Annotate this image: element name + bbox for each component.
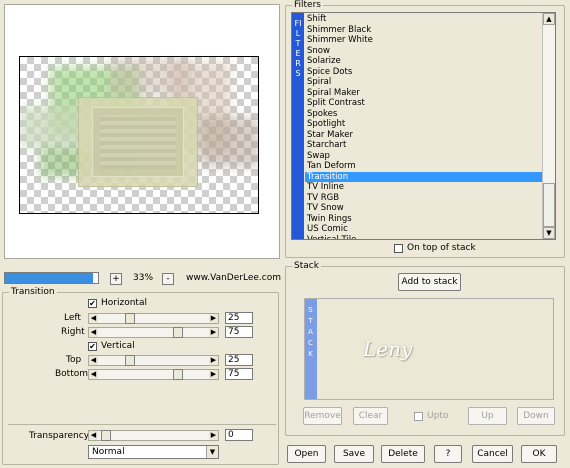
- render-progress-bar: [4, 272, 99, 284]
- down-button[interactable]: Down: [517, 407, 555, 425]
- filter-list-item[interactable]: Solarize: [305, 56, 543, 67]
- bottom-slider-thumb[interactable]: [173, 369, 183, 380]
- remove-button[interactable]: Remove: [303, 407, 342, 425]
- filter-list-item[interactable]: Spice Dots: [305, 67, 543, 78]
- right-slider-thumb[interactable]: [173, 327, 183, 338]
- right-label: Right: [61, 327, 85, 337]
- clear-button[interactable]: Clear: [353, 407, 388, 425]
- transition-group-title: Transition: [9, 287, 57, 297]
- scroll-down-icon[interactable]: ▼: [543, 227, 555, 239]
- cancel-button[interactable]: Cancel: [472, 445, 513, 463]
- bottom-slider-decrease-icon[interactable]: ◀: [89, 370, 98, 379]
- filters-group-title: Filters: [292, 0, 323, 10]
- zoom-in-button[interactable]: +: [110, 273, 122, 285]
- upto-checkbox[interactable]: [414, 412, 423, 421]
- filter-list-scrollbar[interactable]: ▲ ▼: [542, 13, 555, 239]
- transparency-slider[interactable]: ◀ ▶: [88, 430, 219, 441]
- transition-divider: [8, 424, 276, 425]
- filter-list-item[interactable]: Shift: [305, 14, 543, 25]
- filters-vertical-text: FILTERS: [294, 19, 302, 78]
- top-label: Top: [66, 355, 82, 365]
- right-slider-increase-icon[interactable]: ▶: [209, 328, 218, 337]
- left-label: Left: [64, 313, 81, 323]
- transparency-value-field[interactable]: 0: [225, 429, 253, 441]
- bottom-slider[interactable]: ◀ ▶: [88, 369, 219, 380]
- stack-list[interactable]: STACK Leny: [304, 298, 554, 400]
- left-slider[interactable]: ◀ ▶: [88, 313, 219, 324]
- help-button[interactable]: ?: [434, 445, 462, 463]
- ok-button[interactable]: OK: [521, 445, 557, 463]
- on-top-of-stack-checkbox[interactable]: [394, 244, 403, 253]
- save-button[interactable]: Save: [334, 445, 374, 463]
- scroll-up-icon[interactable]: ▲: [543, 13, 555, 25]
- right-slider-decrease-icon[interactable]: ◀: [89, 328, 98, 337]
- zoom-level: 33%: [133, 273, 154, 283]
- filters-vertical-label: FILTERS: [292, 13, 304, 239]
- transparency-slider-increase-icon[interactable]: ▶: [209, 431, 218, 440]
- add-to-stack-button[interactable]: Add to stack: [398, 273, 461, 291]
- website-link[interactable]: www.VanDerLee.com: [186, 273, 281, 283]
- horizontal-checkbox[interactable]: ✔: [88, 299, 97, 308]
- stack-vertical-text: STACK: [308, 306, 314, 358]
- filter-list-item[interactable]: Transition: [305, 171, 543, 182]
- filter-list-item[interactable]: Shimmer White: [305, 35, 543, 46]
- blend-mode-select[interactable]: Normal ▼: [88, 445, 219, 459]
- filter-list-scroll-thumb[interactable]: [543, 183, 555, 227]
- open-button[interactable]: Open: [287, 445, 326, 463]
- filter-list-item[interactable]: US Comic: [305, 224, 543, 235]
- transparency-label: Transparency: [29, 431, 90, 441]
- filter-list-item[interactable]: TV RGB: [305, 193, 543, 204]
- filter-list-item[interactable]: Spokes: [305, 109, 543, 120]
- vertical-label: Vertical: [101, 341, 135, 351]
- bottom-label: Bottom: [55, 369, 89, 379]
- stack-vertical-label: STACK: [305, 299, 317, 399]
- filter-list[interactable]: FILTERS Shift Shimmer Black Shimmer White S…: [291, 12, 556, 240]
- filter-list-item[interactable]: Twin Rings: [305, 214, 543, 225]
- vertical-checkbox[interactable]: ✔: [88, 342, 97, 351]
- upto-label: Upto: [427, 411, 449, 421]
- filter-list-item[interactable]: Split Contrast: [305, 98, 543, 109]
- filter-list-item[interactable]: Starchart: [305, 140, 543, 151]
- left-slider-increase-icon[interactable]: ▶: [209, 314, 218, 323]
- watermark-signature: Leny: [363, 337, 413, 361]
- top-slider[interactable]: ◀ ▶: [88, 355, 219, 366]
- render-progress-fill: [5, 273, 94, 283]
- filter-list-item[interactable]: Swap: [305, 151, 543, 162]
- top-slider-thumb[interactable]: [125, 355, 135, 366]
- up-button[interactable]: Up: [468, 407, 507, 425]
- right-slider[interactable]: ◀ ▶: [88, 327, 219, 338]
- top-slider-decrease-icon[interactable]: ◀: [89, 356, 98, 365]
- filter-list-item[interactable]: Tan Deform: [305, 161, 543, 172]
- zoom-out-button[interactable]: -: [162, 273, 174, 285]
- preview-image[interactable]: [19, 56, 259, 214]
- on-top-of-stack-label: On top of stack: [407, 243, 476, 253]
- filter-list-item[interactable]: TV Snow: [305, 203, 543, 214]
- filter-list-item[interactable]: Spiral Maker: [305, 88, 543, 99]
- left-slider-thumb[interactable]: [125, 313, 135, 324]
- right-value-field[interactable]: 75: [225, 326, 253, 338]
- bottom-slider-increase-icon[interactable]: ▶: [209, 370, 218, 379]
- left-slider-decrease-icon[interactable]: ◀: [89, 314, 98, 323]
- filter-list-item[interactable]: Star Maker: [305, 130, 543, 141]
- filter-list-item[interactable]: Spotlight: [305, 119, 543, 130]
- delete-button[interactable]: Delete: [381, 445, 425, 463]
- chevron-down-icon[interactable]: ▼: [206, 446, 218, 458]
- transparency-slider-decrease-icon[interactable]: ◀: [89, 431, 98, 440]
- filter-list-item[interactable]: Snow: [305, 46, 543, 57]
- blend-mode-value: Normal: [92, 447, 125, 457]
- top-slider-increase-icon[interactable]: ▶: [209, 356, 218, 365]
- filter-list-item[interactable]: TV Inline: [305, 182, 543, 193]
- left-value-field[interactable]: 25: [225, 312, 253, 324]
- filter-list-item[interactable]: Shimmer Black: [305, 25, 543, 36]
- horizontal-label: Horizontal: [101, 298, 147, 308]
- transparency-slider-thumb[interactable]: [101, 430, 111, 441]
- filter-list-item[interactable]: Vertical Tile: [305, 235, 543, 240]
- top-value-field[interactable]: 25: [225, 354, 253, 366]
- bottom-value-field[interactable]: 75: [225, 368, 253, 380]
- stack-group-title: Stack: [292, 261, 321, 271]
- filter-list-item[interactable]: Spiral: [305, 77, 543, 88]
